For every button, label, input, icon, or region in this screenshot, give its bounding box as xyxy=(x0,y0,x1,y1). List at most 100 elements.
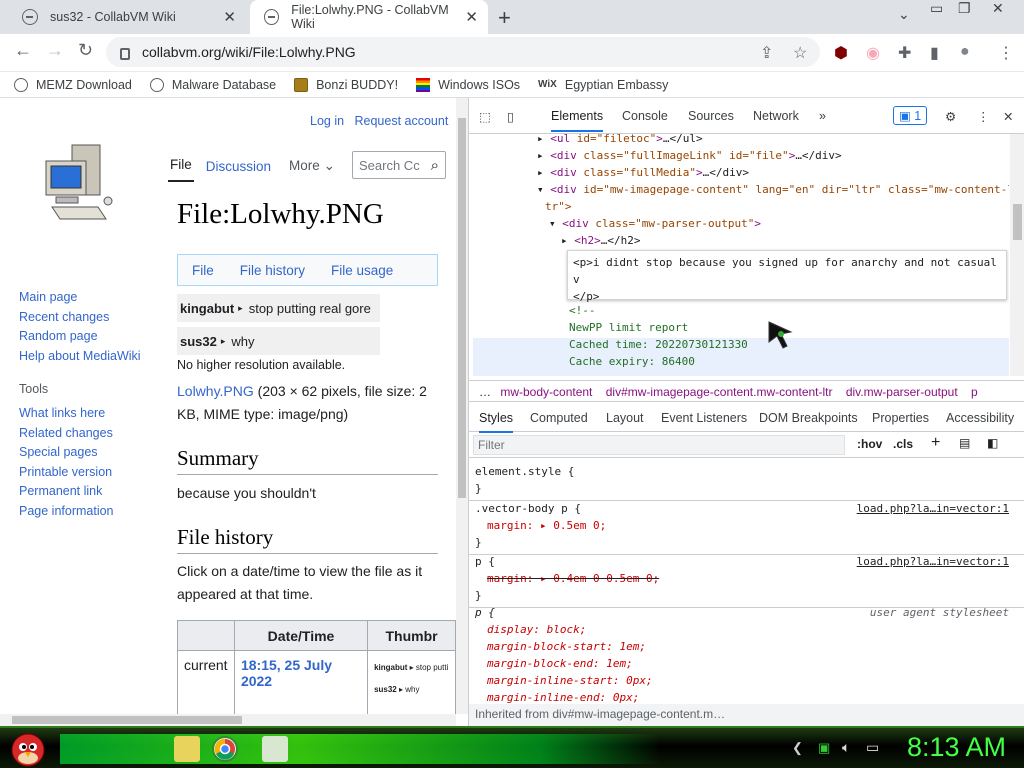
system-tray-icon[interactable]: ▭ xyxy=(866,739,879,756)
tab-layout[interactable]: Layout xyxy=(606,411,644,425)
sidebar-item-help[interactable]: Help about MediaWiki xyxy=(19,347,141,367)
page-vertical-scrollbar[interactable] xyxy=(456,98,468,714)
close-window-button[interactable]: ✕ xyxy=(992,0,1004,20)
tab-lolwhy[interactable]: File:Lolwhy.PNG - CollabVM Wiki ✕ xyxy=(250,0,488,34)
breadcrumb-item[interactable]: div#mw-imagepage-content.mw-content-ltr xyxy=(606,385,833,399)
file-link[interactable]: Lolwhy.PNG xyxy=(177,383,254,399)
hov-toggle[interactable]: :hov xyxy=(857,437,882,451)
style-rule[interactable]: load.php?la…in=vector:1 p { margin: ▸ 0.… xyxy=(469,550,1024,608)
tab-file[interactable]: File xyxy=(168,157,194,182)
thumbnail[interactable]: kingabut ▸ stop putti sus32 ▸ why xyxy=(367,650,456,714)
bookmark-egyptian-embassy[interactable]: WiX Egyptian Embassy xyxy=(538,78,668,92)
new-tab-button[interactable]: + xyxy=(498,5,511,31)
scrollbar-thumb[interactable] xyxy=(458,118,466,498)
extension-flag-icon[interactable]: ◉ xyxy=(866,43,880,63)
tab-discussion[interactable]: Discussion xyxy=(204,159,273,182)
back-button[interactable]: ← xyxy=(14,40,32,61)
close-icon[interactable]: ✕ xyxy=(465,8,478,26)
dom-node[interactable]: ▸ <div class="fullImageLink" id="file">…… xyxy=(537,147,842,165)
profile-avatar-icon[interactable]: ● xyxy=(960,43,970,61)
settings-gear-icon[interactable]: ⚙ xyxy=(945,109,956,124)
sidebar-item-what-links-here[interactable]: What links here xyxy=(19,404,114,424)
tab-properties[interactable]: Properties xyxy=(872,411,929,425)
toc-file-link[interactable]: File xyxy=(192,263,214,278)
tab-more[interactable]: More ⌄ xyxy=(287,158,337,182)
styles-filter-input[interactable] xyxy=(473,435,845,455)
ublock-icon[interactable]: ⬢ xyxy=(834,43,848,63)
side-panel-icon[interactable]: ▮ xyxy=(930,43,939,63)
notification-chevron-icon[interactable]: ❮ xyxy=(792,740,803,756)
tab-sus32[interactable]: sus32 - CollabVM Wiki ✕ xyxy=(8,0,246,34)
request-account-link[interactable]: Request account xyxy=(354,114,448,128)
new-rule-button[interactable]: + xyxy=(931,434,940,452)
network-icon[interactable]: ▣ xyxy=(818,740,830,756)
volume-icon[interactable]: 🔈︎ xyxy=(842,739,850,756)
chat-app-icon[interactable] xyxy=(262,736,288,762)
dom-node[interactable]: ▸ <div class="fullMedia">…</div> xyxy=(537,164,749,182)
lock-icon[interactable] xyxy=(120,48,130,60)
dom-node[interactable]: ▸ <ul id="filetoc">…</ul> xyxy=(537,134,703,148)
tab-styles[interactable]: Styles xyxy=(479,411,514,433)
login-link[interactable]: Log in xyxy=(310,114,344,128)
toc-file-history-link[interactable]: File history xyxy=(240,263,305,278)
bookmark-bonzi[interactable]: Bonzi BUDDY! xyxy=(294,77,398,92)
scrollbar-thumb[interactable] xyxy=(12,716,242,724)
style-declaration[interactable]: margin: ▸ 0.5em 0; xyxy=(487,519,606,532)
bookmark-memz[interactable]: MEMZ Download xyxy=(14,77,132,92)
dom-node[interactable]: ▸ <h2>…</h2> xyxy=(561,232,641,250)
date-time-link[interactable]: 18:15, 25 July 2022 xyxy=(233,650,369,714)
sidebar-item-printable-version[interactable]: Printable version xyxy=(19,463,114,483)
search-icon[interactable]: ⌕ xyxy=(431,157,439,174)
forward-button[interactable]: → xyxy=(46,40,64,61)
sidebar-item-recent-changes[interactable]: Recent changes xyxy=(19,308,141,328)
extensions-puzzle-icon[interactable]: ✚ xyxy=(898,43,911,63)
sidebar-item-special-pages[interactable]: Special pages xyxy=(19,443,114,463)
tab-console[interactable]: Console xyxy=(622,109,668,123)
toc-file-usage-link[interactable]: File usage xyxy=(331,263,393,278)
sidebar-item-main-page[interactable]: Main page xyxy=(19,288,141,308)
taskbar-clock[interactable]: 8:13 AM xyxy=(907,732,1006,763)
page-horizontal-scrollbar[interactable] xyxy=(0,714,456,726)
dom-node[interactable]: ▾ <div class="mw-parser-output"> xyxy=(549,215,761,233)
sidebar-item-related-changes[interactable]: Related changes xyxy=(19,424,114,444)
cls-toggle[interactable]: .cls xyxy=(893,437,913,451)
collabvm-logo[interactable] xyxy=(42,143,114,223)
share-icon[interactable]: ⇪ xyxy=(760,43,773,63)
tab-sources[interactable]: Sources xyxy=(688,109,734,123)
tab-event-listeners[interactable]: Event Listeners xyxy=(661,411,747,425)
issues-badge[interactable]: ▣ 1 xyxy=(893,106,928,125)
inspect-icon[interactable]: ⬚ xyxy=(479,109,491,124)
tab-network[interactable]: Network xyxy=(753,109,799,123)
html-edit-textarea[interactable]: <p>i didnt stop because you signed up fo… xyxy=(567,250,1007,303)
more-tabs-icon[interactable]: » xyxy=(819,109,826,123)
breadcrumb-item[interactable]: mw-body-content xyxy=(500,385,592,399)
search-input[interactable]: Search Cc ⌕ xyxy=(352,151,446,179)
restore-button[interactable]: ❐ xyxy=(958,0,971,20)
sidebar-item-permanent-link[interactable]: Permanent link xyxy=(19,482,114,502)
tab-dom-breakpoints[interactable]: DOM Breakpoints xyxy=(759,411,858,425)
address-bar[interactable]: collabvm.org/wiki/File:Lolwhy.PNG xyxy=(106,37,820,67)
bookmark-windows-isos[interactable]: Windows ISOs xyxy=(416,77,520,92)
url-text[interactable]: collabvm.org/wiki/File:Lolwhy.PNG xyxy=(142,44,356,60)
dom-node[interactable]: ▾ <div id="mw-imagepage-content" lang="e… xyxy=(537,181,1009,199)
rule-source-link[interactable]: load.php?la…in=vector:1 xyxy=(857,553,1009,570)
device-toolbar-icon[interactable]: ▯ xyxy=(507,109,514,124)
style-declaration-overridden[interactable]: margin: ▸ 0.4em 0 0.5em 0; xyxy=(487,572,659,585)
sidebar-item-page-information[interactable]: Page information xyxy=(19,502,114,522)
image-preview-row[interactable]: sus32 ▸ why xyxy=(177,327,380,355)
minimize-button[interactable]: ▭ xyxy=(930,0,943,20)
computed-sidebar-icon[interactable]: ◧ xyxy=(987,436,998,450)
tab-elements[interactable]: Elements xyxy=(551,109,604,132)
start-button[interactable] xyxy=(8,728,48,768)
breadcrumb-item[interactable]: p xyxy=(971,385,978,399)
chrome-icon[interactable] xyxy=(212,736,238,762)
rule-source-link[interactable]: load.php?la…in=vector:1 xyxy=(857,500,1009,517)
rendering-icon[interactable]: ▤ xyxy=(959,436,970,450)
close-icon[interactable]: ✕ xyxy=(223,8,236,26)
file-explorer-icon[interactable] xyxy=(174,736,200,762)
breadcrumb-item[interactable]: div.mw-parser-output xyxy=(846,385,958,399)
breadcrumb-item[interactable]: … xyxy=(479,385,491,399)
sidebar-item-random-page[interactable]: Random page xyxy=(19,327,141,347)
menu-kebab-icon[interactable]: ⋮ xyxy=(998,43,1014,63)
style-rule[interactable]: load.php?la…in=vector:1 .vector-body p {… xyxy=(469,497,1024,555)
